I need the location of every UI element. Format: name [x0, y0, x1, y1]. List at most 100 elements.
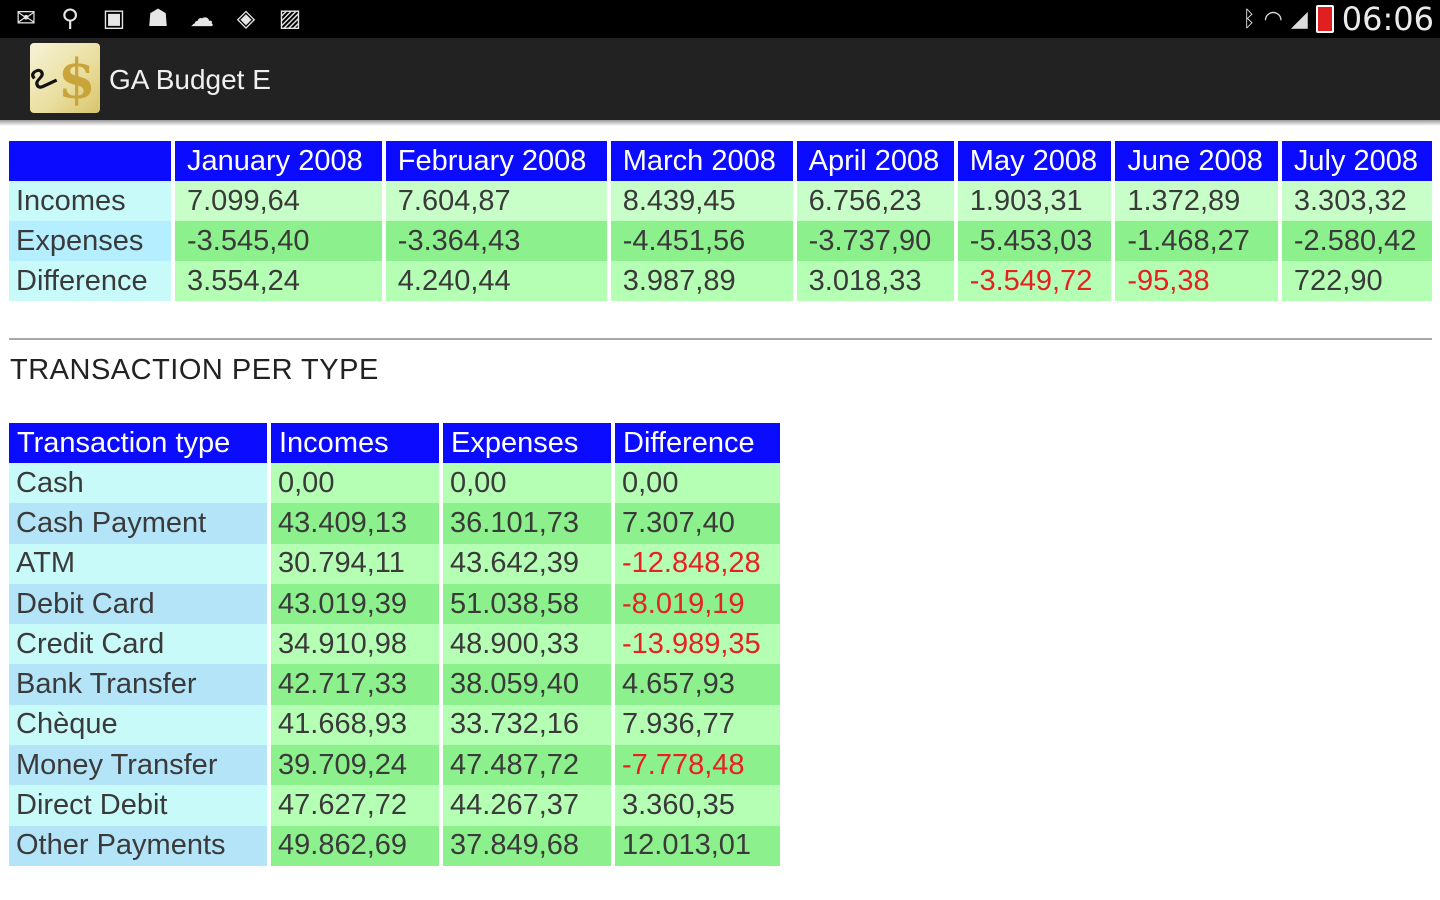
column-header: Expenses [439, 423, 611, 463]
column-header: Incomes [267, 423, 439, 463]
status-bar: ✉ ⚲ ▣ ☗ ☁ ◈ ▨ ᛒ ◠ ◢ 06:06 [0, 0, 1440, 38]
table-cell: 51.038,58 [439, 583, 611, 625]
table-cell: -3.549,72 [953, 261, 1112, 301]
row-label: Expenses [9, 221, 171, 261]
mail-icon: ✉ [15, 5, 37, 32]
wifi-icon: ◠ [1263, 6, 1283, 31]
table-cell: 42.717,33 [267, 664, 439, 705]
table-cell: 12.013,01 [611, 825, 780, 866]
battery-icon [1315, 5, 1334, 33]
table-row: Chèque 41.668,93 33.732,16 7.936,77 [9, 704, 780, 746]
table-cell: 47.627,72 [267, 785, 439, 826]
row-label: Debit Card [9, 583, 267, 625]
table-cell: 0,00 [611, 463, 780, 504]
table-cell: -3.364,43 [381, 221, 607, 261]
usb-icon: ⚲ [61, 5, 79, 32]
table-row: Credit Card 34.910,98 48.900,33 -13.989,35 [9, 624, 780, 665]
column-header: Difference [611, 423, 780, 463]
section-divider [9, 338, 1432, 340]
table-cell: 6.756,23 [792, 181, 954, 221]
table-row: Bank Transfer 42.717,33 38.059,40 4.657,93 [9, 664, 780, 705]
cloud-upload-icon: ☁ [190, 5, 214, 32]
table-cell: -13.989,35 [611, 624, 780, 665]
column-header: Transaction type [9, 423, 267, 463]
system-indicators: ᛒ ◠ ◢ 06:06 [1242, 0, 1434, 38]
android-icon: ☗ [147, 5, 169, 32]
table-cell: 38.059,40 [439, 664, 611, 705]
maps-icon: ◈ [236, 5, 256, 32]
month-header: February 2008 [381, 141, 607, 181]
table-cell: 37.849,68 [439, 825, 611, 866]
table-cell: -5.453,03 [953, 221, 1112, 261]
table-cell: 44.267,37 [439, 785, 611, 826]
table-row: Direct Debit 47.627,72 44.267,37 3.360,35 [9, 785, 780, 826]
app-logo-icon[interactable]: ఽ $ [30, 43, 100, 113]
bluetooth-icon: ᛒ [1242, 6, 1256, 31]
row-label: Money Transfer [9, 745, 267, 786]
table-cell: 0,00 [439, 463, 611, 504]
table-cell: 43.409,13 [267, 503, 439, 544]
table-cell: 7.604,87 [381, 181, 607, 221]
table-cell: 3.554,24 [171, 261, 382, 301]
row-label: Other Payments [9, 825, 267, 866]
row-label: Credit Card [9, 624, 267, 665]
action-bar-shadow [0, 120, 1440, 126]
signal-icon: ◢ [1290, 6, 1308, 31]
table-row: Debit Card 43.019,39 51.038,58 -8.019,19 [9, 583, 780, 625]
table-cell: -12.848,28 [611, 543, 780, 584]
notification-icons: ✉ ⚲ ▣ ☗ ☁ ◈ ▨ [10, 4, 306, 34]
table-cell: 48.900,33 [439, 624, 611, 665]
month-header: March 2008 [606, 141, 793, 181]
incomes-row: Incomes 7.099,64 7.604,87 8.439,45 6.756… [9, 181, 1432, 221]
table-cell: 30.794,11 [267, 543, 439, 584]
expenses-row: Expenses -3.545,40 -3.364,43 -4.451,56 -… [9, 221, 1432, 261]
table-cell: 34.910,98 [267, 624, 439, 665]
sd-card-icon: ▣ [102, 5, 126, 32]
month-header: January 2008 [171, 141, 382, 181]
table-cell: 3.987,89 [606, 261, 793, 301]
row-label: Bank Transfer [9, 664, 267, 705]
monthly-summary-table: January 2008 February 2008 March 2008 Ap… [9, 141, 1432, 301]
table-cell: 36.101,73 [439, 503, 611, 544]
table-row: Cash Payment 43.409,13 36.101,73 7.307,40 [9, 503, 780, 544]
table-row: Cash 0,00 0,00 0,00 [9, 463, 780, 504]
table-cell: 39.709,24 [267, 745, 439, 786]
table-cell: 43.019,39 [267, 583, 439, 625]
month-header: June 2008 [1111, 141, 1278, 181]
table-cell: -8.019,19 [611, 583, 780, 625]
table-cell: 4.240,44 [381, 261, 607, 301]
row-label: Difference [9, 261, 171, 301]
table-cell: 3.360,35 [611, 785, 780, 826]
table-cell: 49.862,69 [267, 825, 439, 866]
table-row: Money Transfer 39.709,24 47.487,72 -7.778,4… [9, 745, 780, 786]
month-header: April 2008 [792, 141, 954, 181]
table-row: Other Payments 49.862,69 37.849,68 12.013,0… [9, 825, 780, 866]
table-cell: -3.737,90 [792, 221, 954, 261]
table-cell: -7.778,48 [611, 745, 780, 786]
table-cell: 41.668,93 [267, 704, 439, 746]
table-cell: -1.468,27 [1111, 221, 1278, 261]
row-label: Chèque [9, 704, 267, 746]
row-label: Cash Payment [9, 503, 267, 544]
table-cell: -4.451,56 [606, 221, 793, 261]
clock: 06:06 [1341, 0, 1434, 38]
action-bar: ఽ $ GA Budget E [0, 38, 1440, 120]
table-cell: 722,90 [1277, 261, 1432, 301]
image-icon: ▨ [278, 5, 302, 32]
table-cell: 4.657,93 [611, 664, 780, 705]
table-cell: 47.487,72 [439, 745, 611, 786]
table-cell: 3.303,32 [1277, 181, 1432, 221]
row-label: Direct Debit [9, 785, 267, 826]
table-cell: 1.903,31 [953, 181, 1112, 221]
table-cell: 33.732,16 [439, 704, 611, 746]
table-cell: -95,38 [1111, 261, 1278, 301]
row-label: Cash [9, 463, 267, 504]
row-label: Incomes [9, 181, 171, 221]
types-header-row: Transaction type Incomes Expenses Differ… [9, 423, 780, 463]
table-cell: 3.018,33 [792, 261, 954, 301]
types-body: Cash 0,00 0,00 0,00 Cash Payment 43.409,13 36.… [9, 463, 780, 866]
section-title: TRANSACTION PER TYPE [10, 354, 379, 386]
row-label: ATM [9, 543, 267, 584]
table-cell: 0,00 [267, 463, 439, 504]
table-cell: -3.545,40 [171, 221, 382, 261]
